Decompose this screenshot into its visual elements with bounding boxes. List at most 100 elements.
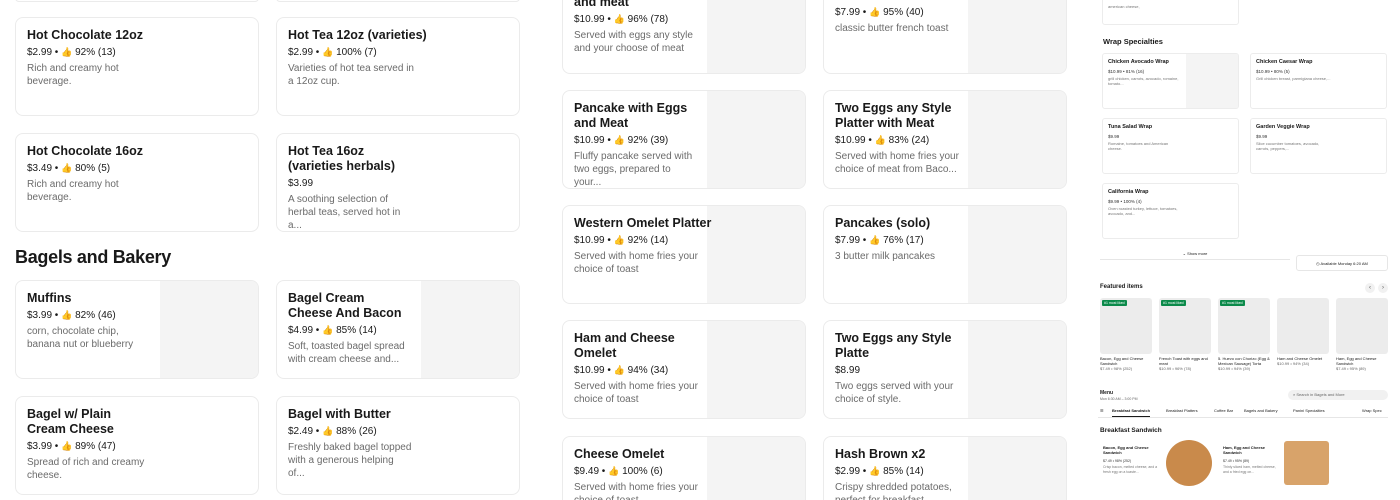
featured-item-meta: $10.99 • 96% (78) — [1159, 366, 1192, 371]
item-rating: 94% (34) — [627, 365, 669, 376]
item-description: american cheese, — [1108, 4, 1140, 9]
menu-item-card[interactable]: Hot Chocolate 12oz $2.99 • 👍 92% (13) Ri… — [15, 17, 259, 116]
item-name: Ham, Egg and Cheese Sandwich — [1223, 445, 1266, 455]
item-description: Freshly baked bagel topped with a genero… — [288, 442, 412, 479]
category-tabs: ☰ Breakfast Sandwich Breakfast Platters … — [1098, 406, 1388, 418]
item-description: 3 butter milk pancakes — [835, 251, 936, 262]
item-name: Hot Tea 16oz (varieties herbals) — [288, 144, 395, 173]
menu-item-card[interactable]: Cheese Omelet $9.49 • 👍 100% (6) Served … — [562, 436, 806, 500]
menu-item-card[interactable]: Bagel w/ Plain Cream Cheese $3.99 • 👍 89… — [15, 396, 259, 495]
wrap-section-title: Wrap Specialties — [1103, 37, 1163, 46]
wrap-card-stub[interactable]: american cheese, — [1102, 0, 1239, 25]
tab-breakfast-sandwich[interactable]: Breakfast Sandwich — [1112, 408, 1151, 417]
menu-item-card[interactable]: Hash Brown x2 $2.99 • 👍 85% (14) Crispy … — [823, 436, 1067, 500]
menu-item-card[interactable]: $7.99 • 👍 95% (40) classic butter french… — [823, 0, 1067, 74]
menu-item-card[interactable]: Bagel Cream Cheese And Bacon $4.99 • 👍 8… — [276, 280, 520, 379]
wrap-card[interactable]: Garden Veggie Wrap $9.99 Slice cucumber … — [1250, 118, 1387, 174]
item-description: Rich and creamy hot beverage. — [27, 179, 119, 203]
item-meta: $7.99 • 👍 76% (17) — [835, 235, 924, 246]
card-stub — [15, 0, 259, 2]
featured-item-image[interactable] — [1277, 298, 1329, 354]
sandwich-card[interactable]: Ham, Egg and Cheese Sandwich $7.49 • 95%… — [1220, 440, 1358, 486]
item-meta: $10.99 • 81% (16) — [1108, 69, 1145, 74]
tab-coffee-bar[interactable]: Coffee Bar — [1214, 408, 1233, 413]
item-meta: $10.99 • 80% (5) — [1256, 69, 1290, 74]
wrap-card[interactable]: California Wrap $9.99 • 100% (4) Oven ro… — [1102, 183, 1239, 239]
item-description: Varieties of hot tea served in a 12oz cu… — [288, 63, 414, 87]
thumbs-up-icon: 👍 — [608, 466, 620, 476]
thumbs-up-icon: 👍 — [869, 7, 881, 17]
most-liked-badge: #1 most liked — [1161, 300, 1186, 306]
item-description: Served with home fries your choice of to… — [574, 251, 698, 275]
thumbs-up-icon: 👍 — [61, 310, 73, 320]
item-price: $3.99 — [27, 441, 53, 452]
tab-breakfast-platters[interactable]: Breakfast Platters — [1166, 408, 1198, 413]
item-price: $8.99 — [835, 365, 861, 376]
item-meta: $7.49 • 98% (252) — [1103, 459, 1132, 463]
item-meta: $9.99 — [1256, 134, 1268, 139]
list-icon[interactable]: ☰ — [1100, 408, 1104, 413]
featured-item-image[interactable]: #1 most liked — [1159, 298, 1211, 354]
item-name: Hot Tea 12oz (varieties) — [288, 28, 427, 42]
menu-item-card[interactable]: Two Eggs any Style Platter with Meat $10… — [823, 90, 1067, 189]
tab-wrap-specialties[interactable]: Wrap Spec — [1362, 408, 1382, 413]
thumbs-up-icon: 👍 — [869, 466, 881, 476]
tab-panini-specialties[interactable]: Panini Specialties — [1293, 408, 1325, 413]
item-description: Served with home fries your choice of to… — [574, 482, 698, 500]
item-meta: $10.99 • 👍 92% (39) — [574, 135, 669, 146]
item-image — [1284, 441, 1329, 485]
sandwich-card[interactable]: Bacon, Egg and Cheese Sandwich $7.49 • 9… — [1100, 440, 1213, 486]
search-icon: ⌕ — [1293, 392, 1296, 397]
show-more-button[interactable]: ⌄ Show more — [1100, 248, 1290, 260]
featured-item-image[interactable] — [1336, 298, 1388, 354]
item-rating: 100% (7) — [336, 47, 377, 58]
featured-item-text: 5. Huevo con Chorizo (Egg & Mexican Saus… — [1218, 356, 1272, 371]
menu-item-card[interactable]: and meat $10.99 • 👍 96% (78) Served with… — [562, 0, 806, 74]
item-description: classic butter french toast — [835, 23, 949, 34]
featured-item-text: Ham and Cheese Omelet $10.99 • 94% (34) — [1277, 356, 1331, 366]
item-price: $2.99 — [288, 47, 314, 58]
featured-item-image[interactable]: #1 most liked — [1218, 298, 1270, 354]
item-meta: $10.99 • 👍 94% (34) — [574, 365, 669, 376]
availability-text: Available Monday 6:20 AM — [1320, 261, 1368, 266]
menu-item-card[interactable]: Two Eggs any Style Platte $8.99 Two eggs… — [823, 320, 1067, 419]
wrap-card[interactable]: Tuna Salad Wrap $9.99 Romaine, tomatoes … — [1102, 118, 1239, 174]
item-description: Oven roasted turkey, lettuce, tomatoes, … — [1108, 206, 1178, 216]
menu-item-card[interactable]: Ham and Cheese Omelet $10.99 • 👍 94% (34… — [562, 320, 806, 419]
arrow-left-icon[interactable]: ‹ — [1365, 283, 1375, 293]
item-price: $7.99 — [835, 235, 861, 246]
menu-item-card[interactable]: Pancake with Eggs and Meat $10.99 • 👍 92… — [562, 90, 806, 189]
item-name: Pancakes (solo) — [835, 216, 931, 230]
featured-item-image[interactable]: #1 most liked — [1100, 298, 1152, 354]
menu-item-card[interactable]: Pancakes (solo) $7.99 • 👍 76% (17) 3 but… — [823, 205, 1067, 304]
item-description: grill chicken, carrots, avocado, romaine… — [1108, 76, 1179, 86]
item-meta: $2.99 • 👍 85% (14) — [835, 466, 924, 477]
wrap-card[interactable]: Chicken Caesar Wrap $10.99 • 80% (5) Gri… — [1250, 53, 1387, 109]
item-meta: $7.99 • 👍 95% (40) — [835, 7, 924, 18]
item-rating: 80% (5) — [75, 163, 111, 174]
featured-item-text: French Toast with eggs and meat $10.99 • … — [1159, 356, 1213, 371]
item-rating: 76% (17) — [883, 235, 924, 246]
menu-search-input[interactable]: ⌕ Search in Bagels and More — [1288, 390, 1388, 400]
item-meta: $9.99 — [1108, 134, 1120, 139]
menu-item-card[interactable]: Western Omelet Platter $10.99 • 👍 92% (1… — [562, 205, 806, 304]
item-description: Served with eggs any style and your choo… — [574, 30, 693, 54]
menu-item-card[interactable]: Hot Tea 12oz (varieties) $2.99 • 👍 100% … — [276, 17, 520, 116]
wrap-card[interactable]: Chicken Avocado Wrap $10.99 • 81% (16) g… — [1102, 53, 1239, 109]
menu-item-card[interactable]: Hot Tea 16oz (varieties herbals) $3.99 A… — [276, 133, 520, 232]
arrow-right-icon[interactable]: › — [1378, 283, 1388, 293]
item-meta: $10.99 • 👍 96% (78) — [574, 14, 669, 25]
item-name: Chicken Avocado Wrap — [1108, 59, 1169, 65]
tab-bagels-and-bakery[interactable]: Bagels and Bakery — [1244, 408, 1278, 413]
item-meta: $3.99 • 👍 89% (47) — [27, 441, 116, 452]
menu-item-card[interactable]: Hot Chocolate 16oz $3.49 • 👍 80% (5) Ric… — [15, 133, 259, 232]
item-name: Hot Chocolate 12oz — [27, 28, 143, 42]
menu-label: Menu — [1100, 390, 1114, 396]
item-rating: 85% (14) — [336, 325, 377, 336]
item-price: $3.49 — [27, 163, 53, 174]
featured-item-name: Ham, Egg and Cheese Sandwich — [1336, 356, 1377, 366]
menu-item-card[interactable]: Bagel with Butter $2.49 • 👍 88% (26) Fre… — [276, 396, 520, 495]
item-meta: $3.49 • 👍 80% (5) — [27, 163, 111, 174]
menu-item-card[interactable]: Muffins $3.99 • 👍 82% (46) corn, chocola… — [15, 280, 259, 379]
item-price: $10.99 — [574, 365, 605, 376]
